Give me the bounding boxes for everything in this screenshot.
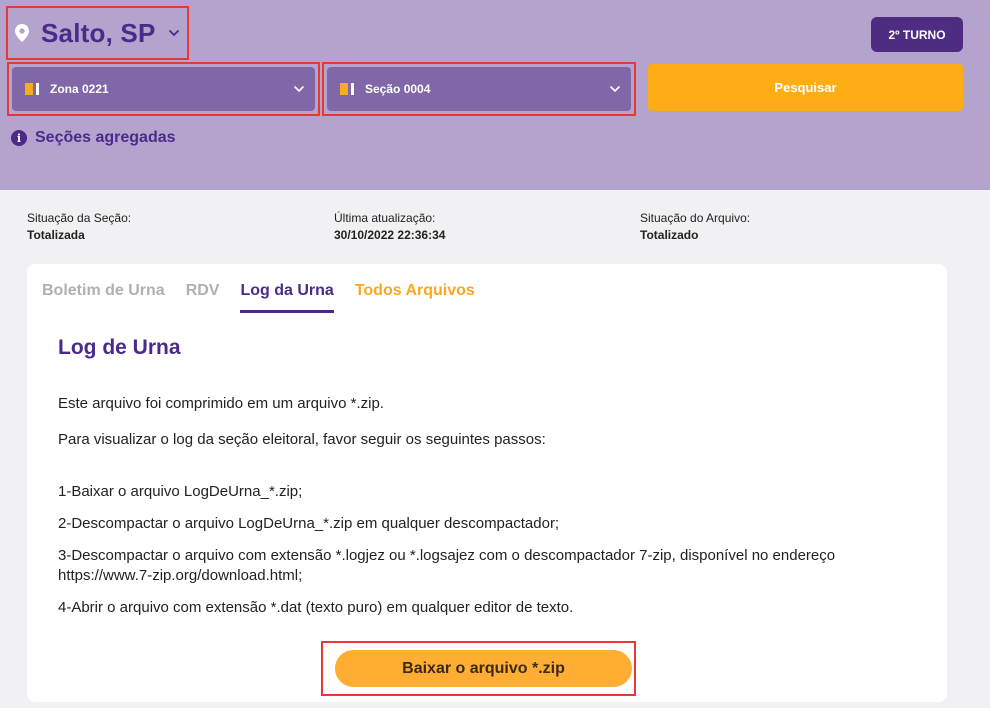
paragraph-zip: Este arquivo foi comprimido em um arquiv… [58,395,384,412]
step-2: 2-Descompactar o arquivo LogDeUrna_*.zip… [58,515,560,532]
tab-todos-arquivos[interactable]: Todos Arquivos [355,282,475,313]
aggregated-label: Seções agregadas [35,129,176,146]
paragraph-instructions: Para visualizar o log da seção eleitoral… [58,431,546,448]
section-status: Situação da Seção: Totalizada [27,211,131,242]
last-update-value: 30/10/2022 22:36:34 [334,228,446,242]
secao-label: Seção 0004 [365,82,431,96]
file-status-label: Situação do Arquivo: [640,211,751,225]
chevron-down-icon [610,86,620,93]
location-selector[interactable]: Salto, SP [6,6,189,60]
flag-icon [340,83,354,95]
last-update-label: Última atualização: [334,211,436,225]
download-button-wrapper: Baixar o arquivo *.zip [321,641,636,696]
city-name: Salto, SP [41,17,156,48]
secao-select[interactable]: Seção 0004 [327,67,631,111]
header-banner: Salto, SP 2º TURNO Zona 0221 Seção 0004 … [0,0,990,190]
chevron-down-icon [294,86,304,93]
last-update: Última atualização: 30/10/2022 22:36:34 [334,211,445,242]
info-icon: i [11,130,27,146]
tab-boletim-de-urna[interactable]: Boletim de Urna [42,282,165,313]
zona-select[interactable]: Zona 0221 [12,67,315,111]
zona-label: Zona 0221 [50,82,109,96]
turno-button[interactable]: 2º TURNO [871,17,963,52]
secao-select-wrapper: Seção 0004 [322,62,636,116]
page-title: Log de Urna [58,336,181,359]
chevron-down-icon [168,30,179,37]
step-3: 3-Descompactar o arquivo com extensão *.… [58,547,836,584]
search-button[interactable]: Pesquisar [648,64,963,111]
content-card: Boletim de Urna RDV Log da Urna Todos Ar… [27,264,947,702]
map-pin-icon [15,24,29,42]
section-status-value: Totalizada [27,228,85,242]
download-zip-button[interactable]: Baixar o arquivo *.zip [335,650,632,687]
section-status-label: Situação da Seção: [27,211,132,225]
file-status-value: Totalizado [640,228,699,242]
tab-rdv[interactable]: RDV [186,282,220,313]
tab-log-da-urna[interactable]: Log da Urna [240,282,334,313]
step-1: 1-Baixar o arquivo LogDeUrna_*.zip; [58,483,303,500]
step-4: 4-Abrir o arquivo com extensão *.dat (te… [58,599,574,616]
flag-icon [25,83,39,95]
zona-select-wrapper: Zona 0221 [7,62,320,116]
aggregated-sections-link[interactable]: i Seções agregadas [11,129,176,147]
tab-bar: Boletim de Urna RDV Log da Urna Todos Ar… [42,282,496,313]
file-status: Situação do Arquivo: Totalizado [640,211,750,242]
